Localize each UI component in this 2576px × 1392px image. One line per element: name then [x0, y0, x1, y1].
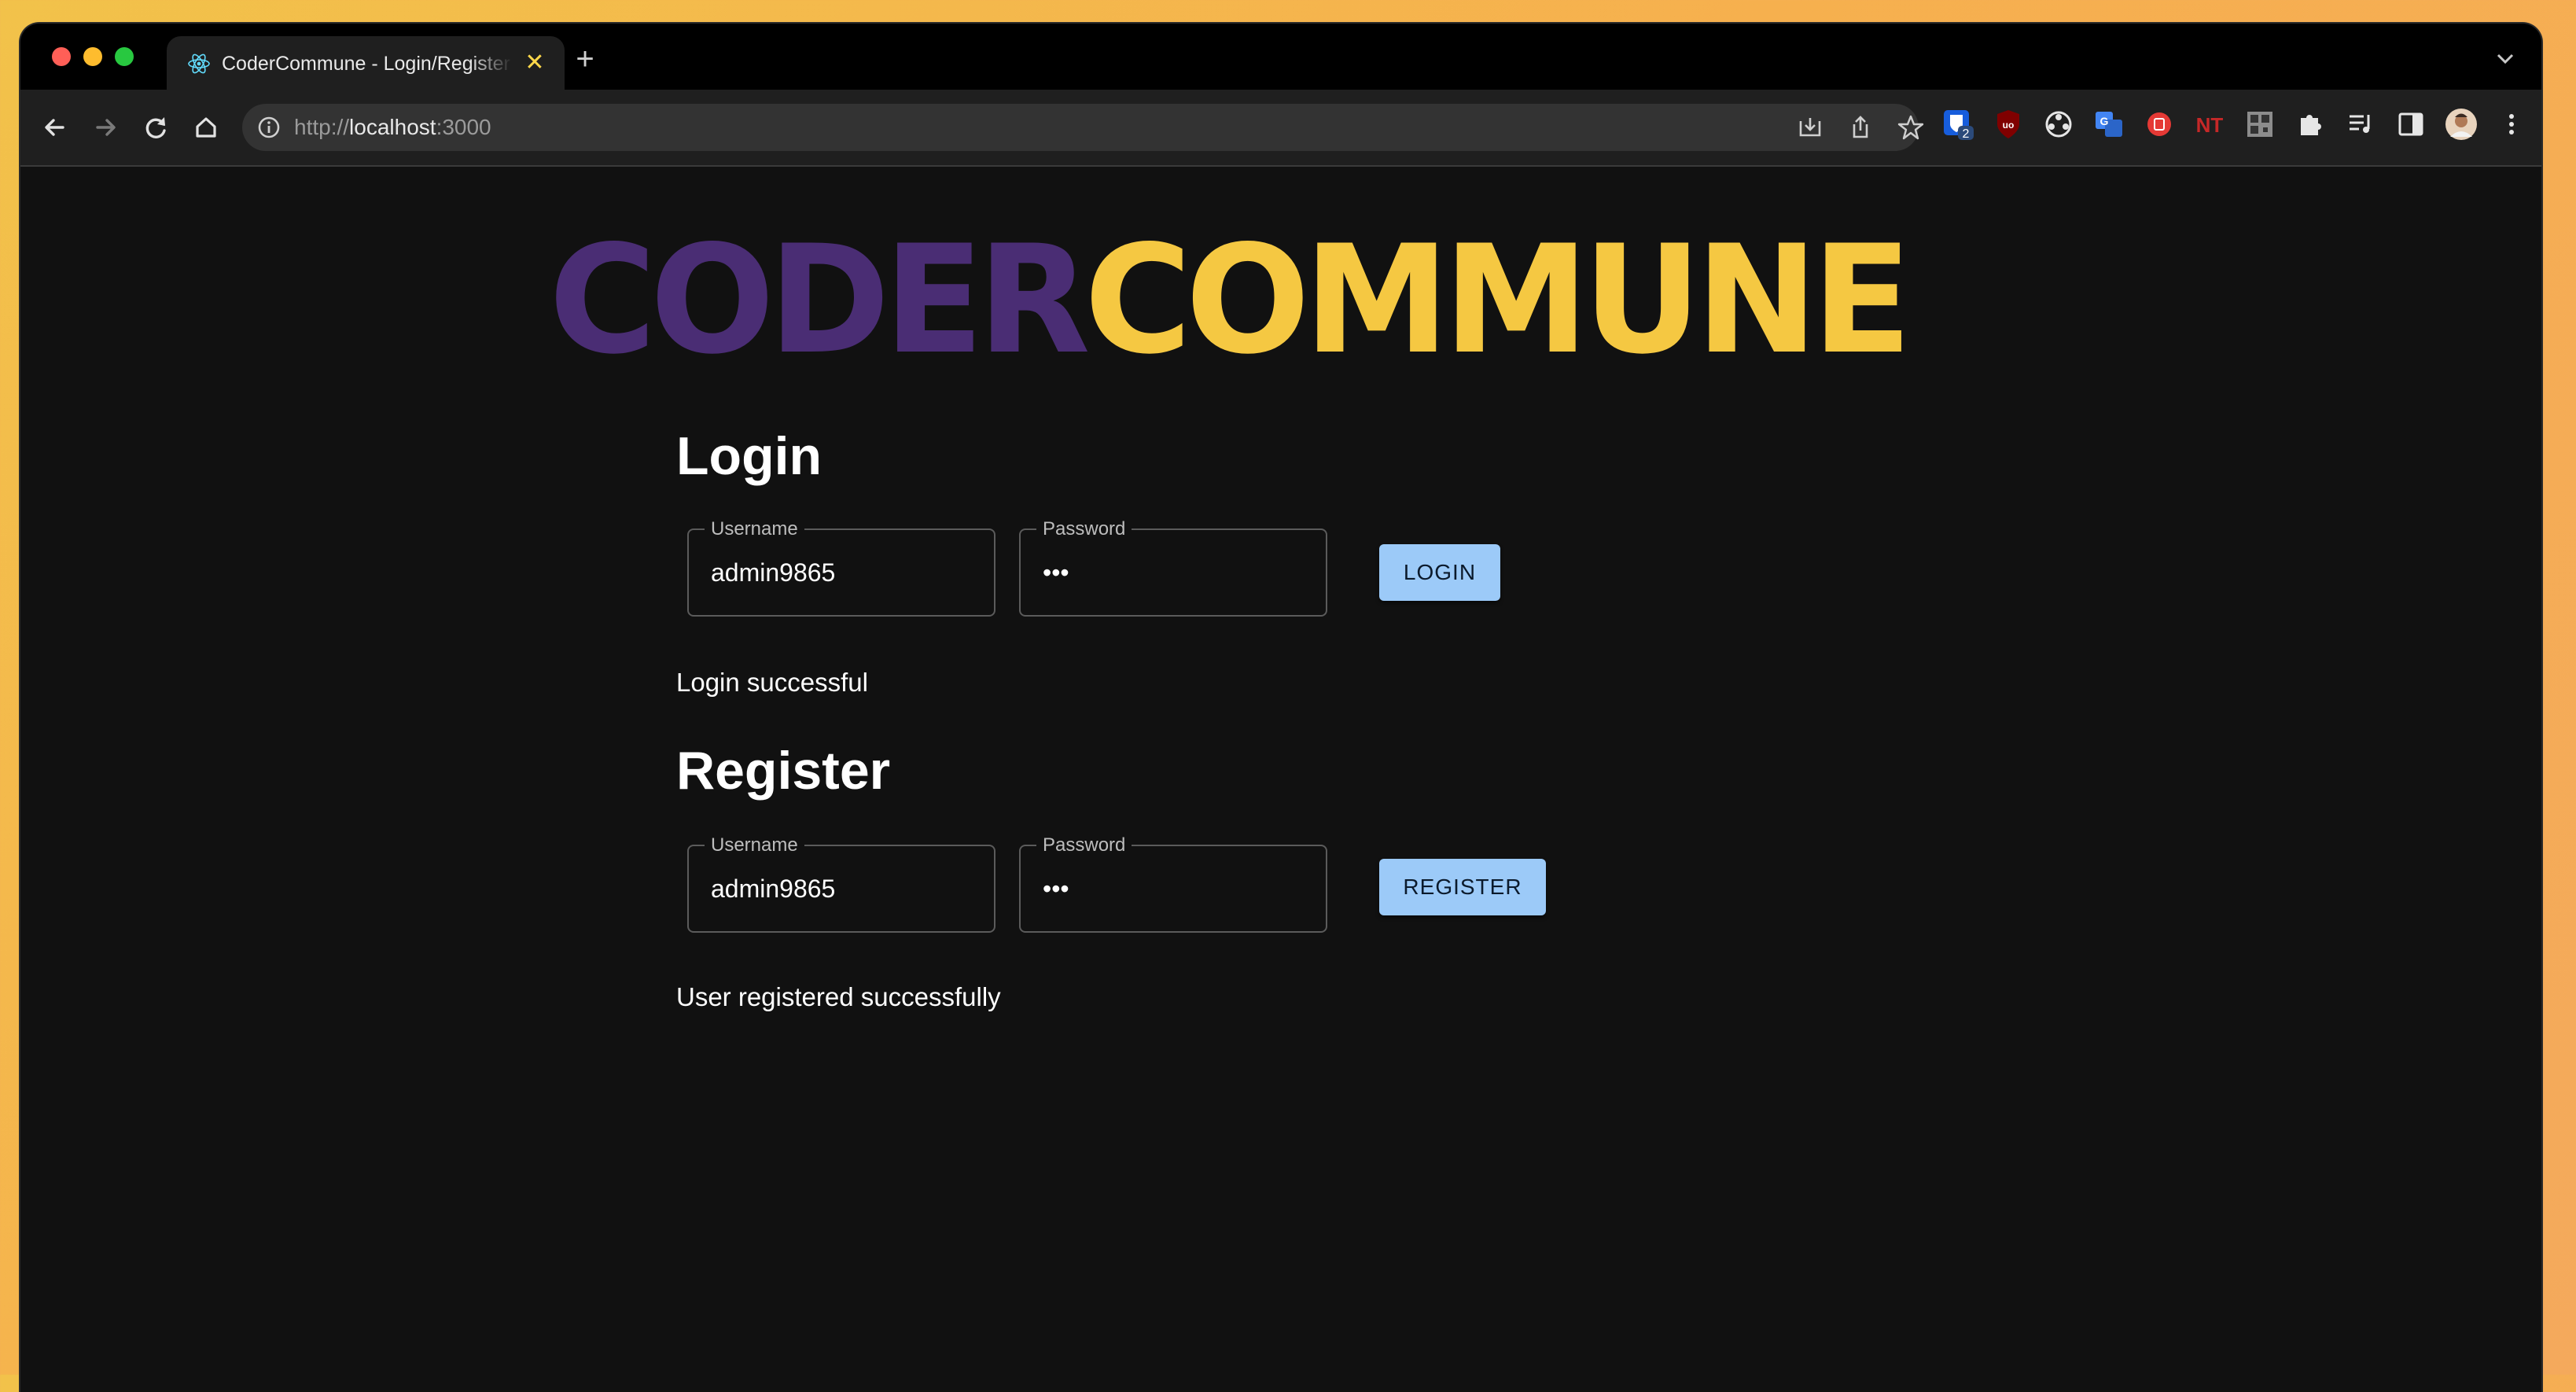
bookmark-star-icon[interactable] — [1897, 113, 1925, 142]
url-host: localhost — [349, 115, 436, 139]
register-password-field[interactable]: Password ••• — [1019, 834, 1327, 933]
adblock-icon[interactable] — [2142, 107, 2177, 142]
register-button[interactable]: REGISTER — [1379, 859, 1546, 915]
svg-text:G: G — [2100, 115, 2109, 127]
register-password-label: Password — [1036, 834, 1132, 856]
extension-icon[interactable] — [2041, 107, 2076, 142]
menu-icon[interactable] — [2494, 107, 2529, 142]
reload-icon[interactable] — [137, 109, 175, 146]
svg-text:uo: uo — [2003, 120, 2015, 131]
close-tab-icon[interactable]: ✕ — [521, 49, 549, 77]
qr-icon[interactable] — [2243, 107, 2277, 142]
login-username-label: Username — [705, 518, 804, 540]
tab-active[interactable]: CoderCommune - Login/Register ✕ — [167, 36, 565, 90]
maximize-window-button[interactable] — [115, 47, 134, 66]
share-icon[interactable] — [1846, 113, 1875, 142]
register-status-message: User registered successfully — [676, 982, 1001, 1011]
url-text[interactable]: http://localhost:3000 — [294, 113, 491, 142]
login-status-message: Login successful — [676, 668, 868, 697]
ublock-icon[interactable]: uo — [1991, 107, 2026, 142]
translate-icon[interactable]: G — [2092, 107, 2126, 142]
back-icon[interactable] — [36, 109, 74, 146]
register-password-value[interactable]: ••• — [1043, 873, 1069, 904]
sidepanel-icon[interactable] — [2394, 107, 2428, 142]
login-heading: Login — [676, 426, 822, 486]
login-username-value[interactable]: admin9865 — [711, 557, 835, 588]
register-heading: Register — [676, 741, 891, 801]
url-scheme: http:// — [294, 115, 350, 139]
netflix-icon[interactable]: NT — [2192, 107, 2227, 142]
tab-title: CoderCommune - Login/Register — [222, 53, 510, 75]
bitwarden-badge: 2 — [1963, 127, 1970, 141]
minimize-window-button[interactable] — [83, 47, 102, 66]
media-icon[interactable] — [2343, 107, 2378, 142]
logo-part-commune: COMMUNE — [1084, 213, 1912, 387]
login-password-value[interactable]: ••• — [1043, 557, 1069, 588]
profile-avatar[interactable] — [2444, 107, 2478, 142]
info-icon[interactable] — [256, 115, 282, 140]
address-bar[interactable]: http://localhost:3000 — [242, 104, 1924, 151]
react-icon — [188, 53, 210, 74]
codercommune-logo: CODERCOMMUNE — [549, 222, 1912, 379]
browser-window: CoderCommune - Login/Register ✕ + http:/… — [20, 24, 2541, 1392]
close-window-button[interactable] — [52, 47, 71, 66]
login-password-label: Password — [1036, 518, 1132, 540]
netflix-label: NT — [2196, 113, 2224, 137]
forward-icon[interactable] — [86, 109, 124, 146]
new-tab-button[interactable]: + — [566, 41, 604, 79]
register-username-value[interactable]: admin9865 — [711, 873, 835, 904]
login-button[interactable]: LOGIN — [1379, 544, 1500, 601]
puzzle-icon[interactable] — [2293, 107, 2328, 142]
logo-part-coder: CODER — [549, 213, 1091, 387]
register-username-field[interactable]: Username admin9865 — [687, 834, 995, 933]
browser-toolbar: http://localhost:3000 2 uo G NT — [20, 90, 2541, 167]
tab-strip: CoderCommune - Login/Register ✕ + — [20, 24, 2541, 90]
url-port: :3000 — [436, 115, 491, 139]
page-content: CODERCOMMUNE Login Username admin9865 Pa… — [20, 167, 2541, 1392]
register-username-label: Username — [705, 834, 804, 856]
login-username-field[interactable]: Username admin9865 — [687, 518, 995, 617]
login-password-field[interactable]: Password ••• — [1019, 518, 1327, 617]
install-icon[interactable] — [1796, 113, 1824, 142]
home-icon[interactable] — [187, 109, 225, 146]
bitwarden-icon[interactable]: 2 — [1941, 107, 1975, 142]
chevron-down-icon[interactable] — [2490, 42, 2521, 74]
